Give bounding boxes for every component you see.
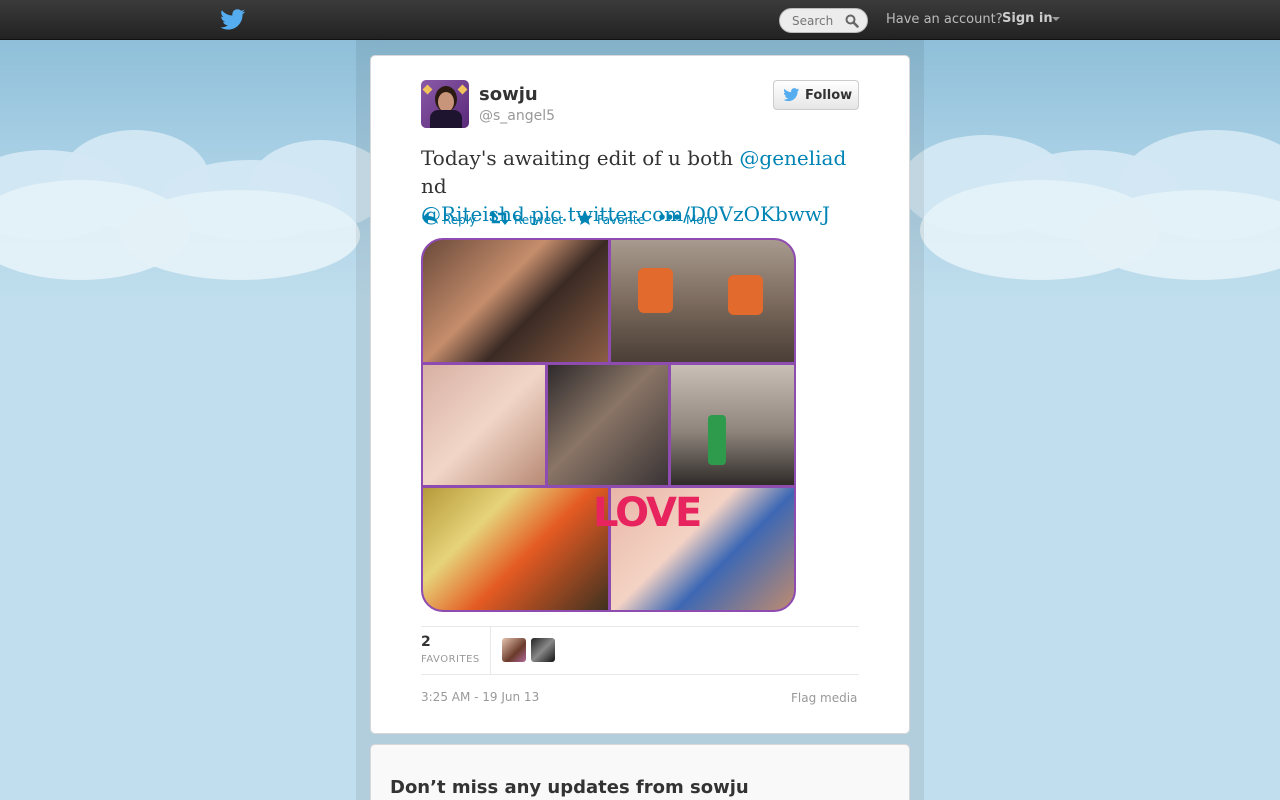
sign-in-link[interactable]: Sign in [1002,11,1053,26]
signup-promo-card: Don’t miss any updates from sowju [370,744,910,800]
collage-photo [423,240,608,362]
search-icon[interactable] [845,14,859,28]
retweet-button[interactable]: Retweet [489,210,565,230]
tweet-text-part: Today's awaiting edit of u both [421,146,740,170]
search-input[interactable] [792,13,850,29]
retweet-label: Retweet [514,213,564,227]
favorites-count[interactable]: 2 [421,634,431,650]
tweet-timestamp[interactable]: 3:25 AM - 19 Jun 13 [421,690,539,704]
user-screen-name[interactable]: @s_angel5 [479,108,555,124]
collage-detail [638,268,673,313]
reply-label: Reply [443,213,477,227]
collage-photo [423,365,545,485]
favorites-label[interactable]: FAVORITES [421,654,480,665]
favoriter-avatar[interactable] [531,638,555,662]
love-text: LOVE [593,490,702,536]
stats-divider [490,627,491,674]
star-icon [577,210,593,225]
love-overlay-text: LOVE [593,493,702,533]
collage-photo [671,365,794,485]
chevron-down-icon[interactable] [1052,17,1060,21]
avatar[interactable] [421,80,469,128]
favorite-label: Favorite [597,213,645,227]
collage-detail [708,415,726,465]
twitter-bird-icon[interactable] [220,9,246,31]
collage-detail [728,275,763,315]
promo-heading: Don’t miss any updates from sowju [390,777,749,798]
follow-label: Follow [805,88,853,103]
have-account-text: Have an account? [886,12,1003,27]
tweet-text-part: nd [421,174,447,198]
follow-button[interactable]: Follow [773,80,859,110]
user-full-name[interactable]: sowju [479,84,538,105]
favoriter-avatar[interactable] [502,638,526,662]
collage-photo [423,488,608,610]
collage-photo [548,365,668,485]
reply-button[interactable]: Reply [421,210,481,230]
twitter-bird-icon [783,88,800,102]
tweet-media-image[interactable]: LOVE [421,238,796,612]
tweet-stats: 2 FAVORITES [421,626,859,675]
retweet-icon [489,211,509,225]
more-button[interactable]: More [659,210,719,230]
more-label: More [686,213,716,227]
favorite-button[interactable]: Favorite [577,210,649,230]
mention-link[interactable]: @geneliad [739,146,846,170]
search-box[interactable] [779,8,868,33]
more-dots-icon [659,214,680,220]
flag-media-link[interactable]: Flag media [791,691,857,705]
reply-icon [422,212,438,224]
top-navigation-bar: Have an account? Sign in [0,0,1280,40]
tweet-card: sowju @s_angel5 Follow Today's awaiting … [370,55,910,734]
